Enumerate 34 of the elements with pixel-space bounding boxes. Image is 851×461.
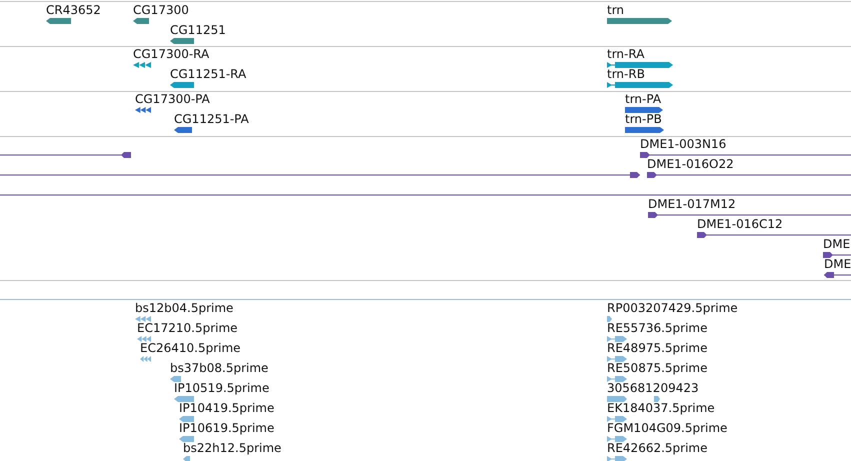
feature-label: CR43652	[46, 3, 101, 17]
feature-label: bs37b08.5prime	[170, 361, 268, 375]
feature-label: trn	[607, 3, 624, 17]
feature-label: CG17300-PA	[135, 92, 210, 106]
feature-label: CG17300	[133, 3, 189, 17]
feature-label: bs22h12.5prime	[183, 441, 282, 455]
feature-label: FGM104G09.5prime	[607, 421, 728, 435]
feature-label: CG17300-RA	[133, 47, 210, 61]
feature-label: 305681209423	[607, 381, 699, 395]
feature-label: CG11251-RA	[170, 67, 246, 81]
feature-label: RE42662.5prime	[607, 441, 708, 455]
feature-label: DME	[824, 257, 851, 271]
feature-label: IP10519.5prime	[174, 381, 270, 395]
feature-label: trn-RB	[607, 67, 645, 81]
feature-label: trn-RA	[607, 47, 644, 61]
feature-label: DME	[823, 237, 850, 251]
feature-label: RE50875.5prime	[607, 361, 708, 375]
feature-label: DME1-017M12	[648, 197, 736, 211]
feature-label: trn-PA	[625, 92, 662, 106]
feature-label: EC26410.5prime	[140, 341, 241, 355]
feature-label: CG11251-PA	[174, 112, 249, 126]
feature-label: EC17210.5prime	[137, 321, 238, 335]
feature-label: DME1-016C12	[697, 217, 783, 231]
feature-label: trn-PB	[625, 112, 662, 126]
feature-label: IP10619.5prime	[179, 421, 274, 435]
feature-label: RP003207429.5prime	[607, 301, 738, 315]
feature-label: DME1-016O22	[647, 157, 734, 171]
feature-label: IP10419.5prime	[179, 401, 274, 415]
feature-label: RE55736.5prime	[607, 321, 708, 335]
feature-label: DME1-003N16	[640, 137, 726, 151]
feature-label: EK184037.5prime	[607, 401, 715, 415]
feature-label: RE48975.5prime	[607, 341, 708, 355]
feature-label: bs12b04.5prime	[135, 301, 234, 315]
feature-label: CG11251	[170, 23, 226, 37]
